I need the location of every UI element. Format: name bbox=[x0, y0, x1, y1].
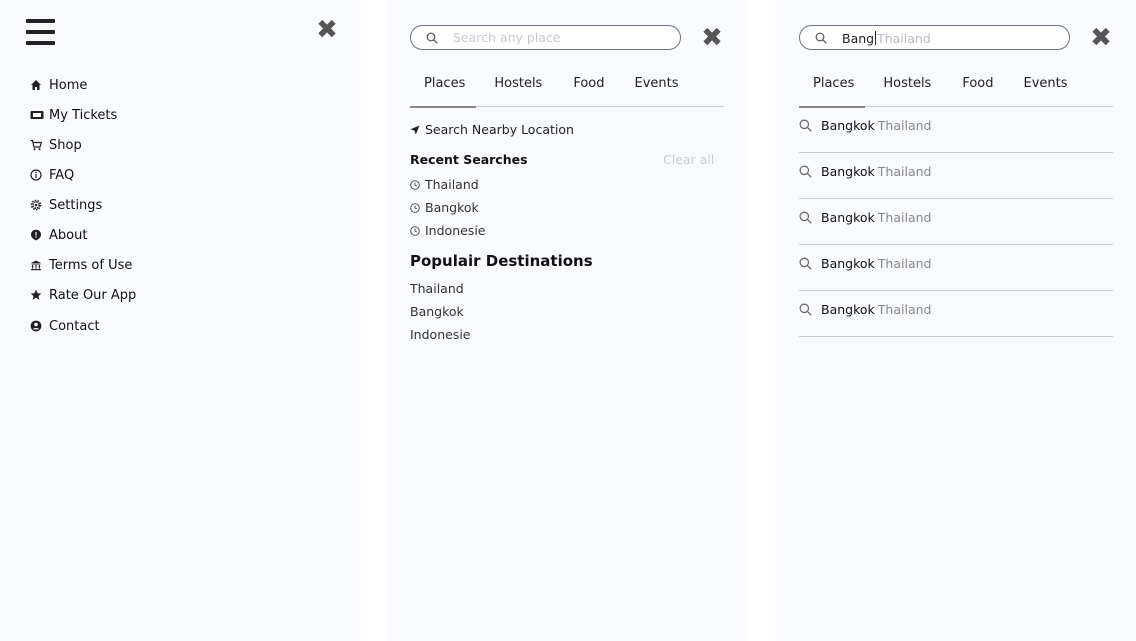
menu-item-label: About bbox=[49, 227, 88, 243]
search-input[interactable]: Bang Thailand bbox=[842, 28, 931, 47]
side-menu-panel: ✖ Home My Tickets Shop FAQ Settings Abou… bbox=[0, 0, 360, 641]
tab-hostels[interactable]: Hostels bbox=[883, 70, 931, 107]
clear-all-button[interactable]: Clear all bbox=[663, 152, 714, 167]
search-panel: ✖ Places Hostels Food Events Search Near… bbox=[387, 0, 746, 641]
close-search-button[interactable]: ✖ bbox=[1089, 25, 1113, 51]
menu-item-terms-of-use[interactable]: Terms of Use bbox=[30, 250, 136, 280]
search-icon bbox=[799, 165, 812, 178]
recent-search-item[interactable]: Indonesie bbox=[410, 223, 485, 238]
menu-list: Home My Tickets Shop FAQ Settings About … bbox=[30, 70, 136, 341]
search-icon bbox=[799, 303, 812, 316]
star-icon bbox=[30, 289, 49, 301]
tab-events[interactable]: Events bbox=[1024, 70, 1068, 107]
menu-item-label: My Tickets bbox=[49, 107, 118, 123]
close-menu-button[interactable]: ✖ bbox=[315, 17, 339, 43]
search-icon bbox=[426, 32, 438, 44]
close-search-button[interactable]: ✖ bbox=[700, 25, 724, 51]
menu-item-faq[interactable]: FAQ bbox=[30, 160, 136, 190]
recent-search-label: Thailand bbox=[425, 177, 479, 192]
recent-search-item[interactable]: Bangkok bbox=[410, 200, 479, 215]
result-country: Thailand bbox=[877, 209, 932, 225]
recent-search-item[interactable]: Thailand bbox=[410, 177, 479, 192]
menu-item-my-tickets[interactable]: My Tickets bbox=[30, 100, 136, 130]
hamburger-menu-icon[interactable] bbox=[26, 19, 55, 45]
menu-item-label: FAQ bbox=[49, 167, 75, 183]
result-city: Bangkok bbox=[821, 163, 875, 179]
home-icon bbox=[30, 79, 49, 91]
autocomplete-suggestion: Thailand bbox=[877, 31, 931, 46]
menu-item-contact[interactable]: Contact bbox=[30, 311, 136, 341]
menu-item-label: Settings bbox=[49, 197, 103, 213]
popular-destination-item[interactable]: Bangkok bbox=[410, 304, 464, 319]
search-results-panel: Bang Thailand ✖ Places Hostels Food Event… bbox=[776, 0, 1136, 641]
popular-destination-item[interactable]: Indonesie bbox=[410, 327, 470, 342]
menu-item-settings[interactable]: Settings bbox=[30, 190, 136, 220]
result-city: Bangkok bbox=[821, 255, 875, 271]
search-result-row[interactable]: Bangkok Thailand bbox=[799, 199, 1113, 245]
search-icon bbox=[799, 211, 812, 224]
recent-search-label: Indonesie bbox=[425, 223, 486, 238]
popular-destination-item[interactable]: Thailand bbox=[410, 281, 464, 296]
about-icon bbox=[30, 229, 49, 241]
search-result-row[interactable]: Bangkok Thailand bbox=[799, 291, 1113, 337]
result-country: Thailand bbox=[877, 117, 932, 133]
location-arrow-icon bbox=[410, 125, 420, 134]
result-city: Bangkok bbox=[821, 209, 875, 225]
menu-item-home[interactable]: Home bbox=[30, 70, 136, 100]
recent-search-label: Bangkok bbox=[425, 200, 479, 215]
result-city: Bangkok bbox=[821, 117, 875, 133]
search-bar[interactable]: Bang Thailand bbox=[799, 25, 1070, 50]
result-city: Bangkok bbox=[821, 301, 875, 317]
search-result-row[interactable]: Bangkok Thailand bbox=[799, 245, 1113, 291]
search-result-row[interactable]: Bangkok Thailand bbox=[799, 153, 1113, 199]
search-nearby-link[interactable]: Search Nearby Location bbox=[410, 122, 574, 137]
menu-item-label: Rate Our App bbox=[49, 287, 137, 303]
category-tabs: Places Hostels Food Events bbox=[410, 70, 724, 108]
search-icon bbox=[799, 119, 812, 132]
menu-item-label: Home bbox=[49, 77, 88, 93]
tab-food[interactable]: Food bbox=[573, 70, 604, 107]
clock-icon bbox=[410, 225, 420, 236]
menu-item-rate-our-app[interactable]: Rate Our App bbox=[30, 280, 136, 310]
terms-icon bbox=[30, 259, 49, 271]
tab-places[interactable]: Places bbox=[799, 70, 866, 108]
tab-events[interactable]: Events bbox=[635, 70, 679, 107]
gear-icon bbox=[30, 199, 49, 211]
text-caret bbox=[875, 31, 877, 45]
popular-destinations-title: Populair Destinations bbox=[410, 252, 593, 270]
result-country: Thailand bbox=[877, 301, 932, 317]
tab-hostels[interactable]: Hostels bbox=[494, 70, 542, 107]
ticket-icon bbox=[30, 109, 49, 121]
result-country: Thailand bbox=[877, 163, 932, 179]
search-input[interactable] bbox=[453, 30, 663, 45]
tab-places[interactable]: Places bbox=[410, 70, 477, 108]
typed-query: Bang bbox=[842, 31, 875, 46]
search-icon bbox=[815, 32, 827, 44]
search-bar[interactable] bbox=[410, 25, 681, 50]
user-icon bbox=[30, 320, 49, 332]
info-icon bbox=[30, 169, 49, 181]
search-nearby-label: Search Nearby Location bbox=[425, 122, 574, 137]
menu-item-label: Shop bbox=[49, 137, 82, 153]
menu-item-label: Contact bbox=[49, 318, 100, 334]
menu-item-about[interactable]: About bbox=[30, 220, 136, 250]
cart-icon bbox=[30, 139, 49, 151]
recent-searches-title: Recent Searches bbox=[410, 152, 528, 167]
clock-icon bbox=[410, 179, 420, 190]
clock-icon bbox=[410, 202, 420, 213]
menu-item-label: Terms of Use bbox=[49, 257, 133, 273]
result-country: Thailand bbox=[877, 255, 932, 271]
menu-item-shop[interactable]: Shop bbox=[30, 130, 136, 160]
category-tabs: Places Hostels Food Events bbox=[799, 70, 1113, 108]
search-icon bbox=[799, 257, 812, 270]
tab-food[interactable]: Food bbox=[962, 70, 993, 107]
search-result-row[interactable]: Bangkok Thailand bbox=[799, 107, 1113, 153]
